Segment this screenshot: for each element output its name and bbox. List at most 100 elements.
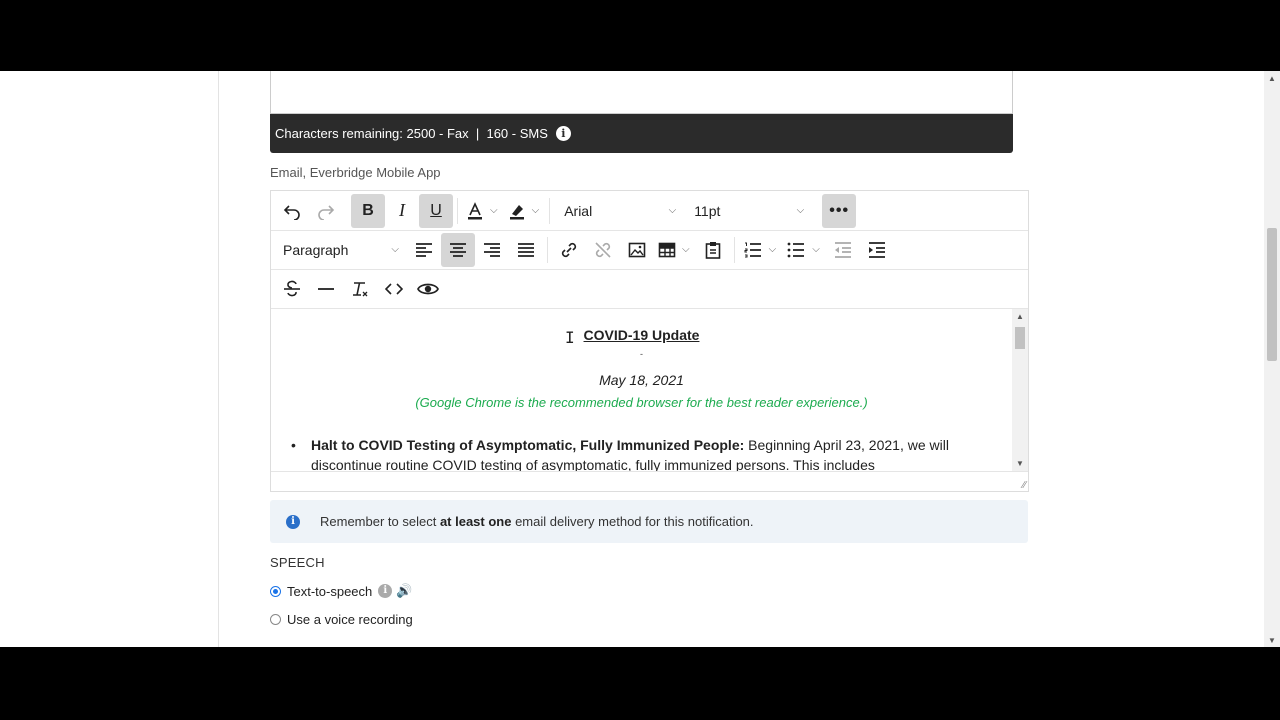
strikethrough-button[interactable] <box>275 272 309 306</box>
block-format-value: Paragraph <box>283 241 349 258</box>
browser-viewport: Characters remaining: 2500 - Fax | 160 -… <box>0 71 1280 647</box>
align-center-icon <box>450 242 466 257</box>
speaker-icon[interactable]: 🔊 <box>396 583 412 599</box>
align-right-button[interactable] <box>475 233 509 267</box>
toolbar-divider <box>547 236 548 263</box>
font-family-select[interactable]: Arial ⌵ <box>554 194 684 228</box>
paste-button[interactable] <box>696 233 730 267</box>
italic-button[interactable]: I <box>385 194 419 228</box>
bullet-list-icon <box>787 242 805 257</box>
align-justify-icon <box>518 242 534 257</box>
unlink-button[interactable] <box>586 233 620 267</box>
browser-note: (Google Chrome is the recommended browse… <box>415 395 868 410</box>
redo-icon <box>318 204 335 220</box>
more-options-button[interactable]: ••• <box>822 193 857 228</box>
underline-icon: U <box>430 201 442 219</box>
link-icon <box>561 242 577 257</box>
underline-button[interactable]: U <box>419 193 453 228</box>
text-color-button[interactable] <box>462 194 488 228</box>
info-icon[interactable]: i <box>555 126 571 141</box>
redo-button[interactable] <box>309 194 343 228</box>
scroll-up-icon[interactable]: ▲ <box>1268 75 1276 83</box>
align-left-button[interactable] <box>407 233 441 267</box>
insert-table-button[interactable] <box>654 233 680 267</box>
bullet-list-button[interactable] <box>782 233 810 267</box>
insert-image-button[interactable] <box>620 233 654 267</box>
undo-button[interactable] <box>275 194 309 228</box>
chevron-down-icon[interactable]: ⌵ <box>532 205 540 216</box>
delivery-method-alert: i Remember to select at least one email … <box>270 500 1028 543</box>
toolbar-row-1: B I U ⌵ ⌵ Arial ⌵ 11pt ⌵ ••• <box>271 191 1028 231</box>
font-family-value: Arial <box>564 202 593 219</box>
bullet-lead: Halt to COVID Testing of Asymptomatic, F… <box>311 437 745 453</box>
page-scroll-thumb[interactable] <box>1267 228 1277 361</box>
chevron-down-icon: ⌵ <box>796 205 805 216</box>
chevron-down-icon[interactable]: ⌵ <box>490 205 498 216</box>
source-code-button[interactable] <box>377 272 411 306</box>
chevron-down-icon[interactable]: ⌵ <box>812 244 820 255</box>
tts-radio[interactable] <box>270 585 281 597</box>
undo-icon <box>283 204 300 220</box>
editor-content[interactable]: I COVID-19 Update - May 18, 2021 (Google… <box>271 309 1012 471</box>
chevron-down-icon[interactable]: ⌵ <box>682 244 690 255</box>
horizontal-line-icon <box>318 287 334 290</box>
sms-fax-message-box[interactable] <box>270 71 1013 114</box>
speech-heading: SPEECH <box>270 555 325 570</box>
characters-remaining-text: Characters remaining: 2500 - Fax | 160 -… <box>275 126 548 141</box>
scroll-down-icon[interactable]: ▼ <box>1016 459 1024 468</box>
toolbar-divider <box>457 197 458 224</box>
unlink-icon <box>595 241 611 258</box>
horizontal-line-button[interactable] <box>309 272 343 306</box>
text-color-icon <box>468 201 482 219</box>
chevron-down-icon[interactable]: ⌵ <box>769 244 777 255</box>
toolbar-row-3 <box>271 269 1028 309</box>
speech-option-tts[interactable]: Text-to-speech i 🔊 <box>270 583 412 599</box>
insert-link-button[interactable] <box>552 233 586 267</box>
align-left-icon <box>416 242 432 257</box>
outdent-button[interactable] <box>826 233 860 267</box>
info-icon[interactable]: i <box>378 584 393 598</box>
list-item: • Halt to COVID Testing of Asymptomatic,… <box>291 435 991 471</box>
scroll-down-icon[interactable]: ▼ <box>1268 637 1276 645</box>
italic-icon: I <box>399 200 405 220</box>
editor-statusbar: ∕∕ <box>271 471 1028 492</box>
clear-formatting-button[interactable] <box>343 272 377 306</box>
block-format-select[interactable]: Paragraph ⌵ <box>271 233 407 267</box>
highlighter-icon <box>509 204 524 219</box>
ellipsis-icon: ••• <box>829 201 850 219</box>
recording-radio[interactable] <box>270 614 281 625</box>
clipboard-icon <box>705 241 720 259</box>
info-icon: i <box>286 514 300 529</box>
bold-button[interactable]: B <box>351 193 385 228</box>
recording-label: Use a voice recording <box>287 612 413 627</box>
editor-scroll-thumb[interactable] <box>1015 327 1025 349</box>
chevron-down-icon: ⌵ <box>668 205 677 216</box>
page-scrollbar[interactable]: ▲ ▼ <box>1264 71 1280 647</box>
toolbar-divider <box>549 197 551 224</box>
font-size-value: 11pt <box>694 202 721 219</box>
strikethrough-icon <box>284 280 300 296</box>
notification-form: Characters remaining: 2500 - Fax | 160 -… <box>218 71 1047 647</box>
document-title: COVID-19 Update <box>583 327 700 343</box>
indent-icon <box>868 241 885 258</box>
align-center-button[interactable] <box>441 232 475 267</box>
clear-formatting-icon <box>353 281 368 296</box>
rich-text-editor: B I U ⌵ ⌵ Arial ⌵ 11pt ⌵ ••• Paragraph ⌵… <box>270 190 1029 492</box>
document-date: May 18, 2021 <box>599 372 684 388</box>
preview-button[interactable] <box>411 272 445 306</box>
bold-icon: B <box>362 201 374 219</box>
indent-button[interactable] <box>860 233 894 267</box>
numbered-list-icon <box>744 242 761 257</box>
align-justify-button[interactable] <box>509 233 543 267</box>
numbered-list-button[interactable] <box>739 233 767 267</box>
resize-handle-icon[interactable]: ∕∕ <box>1023 480 1026 491</box>
outdent-icon <box>834 241 851 258</box>
code-icon <box>385 282 403 295</box>
font-size-select[interactable]: 11pt ⌵ <box>684 194 812 228</box>
characters-remaining-bar: Characters remaining: 2500 - Fax | 160 -… <box>270 114 1013 153</box>
speech-option-recording[interactable]: Use a voice recording <box>270 612 413 627</box>
scroll-up-icon[interactable]: ▲ <box>1016 312 1024 321</box>
editor-scrollbar[interactable]: ▲ ▼ <box>1012 309 1028 471</box>
highlight-color-button[interactable] <box>504 194 530 228</box>
align-right-icon <box>484 242 500 257</box>
